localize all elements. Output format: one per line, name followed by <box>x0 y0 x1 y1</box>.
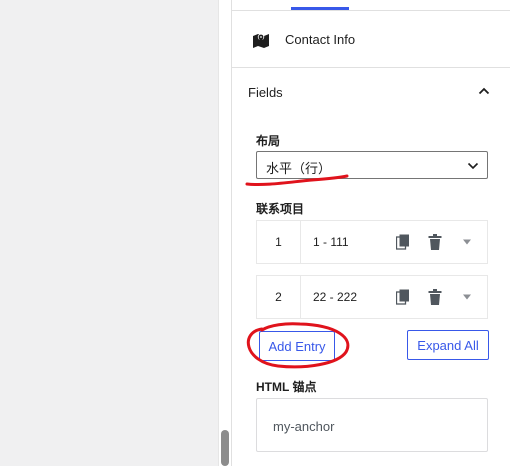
caret-down-icon[interactable] <box>462 293 472 301</box>
list-item[interactable]: 2 22 - 222 <box>256 275 488 319</box>
anchor-label: HTML 锚点 <box>256 380 317 394</box>
scrollbar-track[interactable] <box>218 0 232 466</box>
block-card: Contact Info <box>232 11 510 68</box>
entry-index: 2 <box>257 276 301 318</box>
layout-select[interactable]: 水平（行） <box>256 151 488 179</box>
entry-title: 22 - 222 <box>313 290 358 304</box>
trash-icon[interactable] <box>428 234 442 250</box>
chevron-up-icon[interactable] <box>476 83 492 99</box>
duplicate-icon[interactable] <box>396 234 410 250</box>
fields-panel-header[interactable]: Fields <box>232 68 510 116</box>
layout-label: 布局 <box>256 134 281 148</box>
panel-title: Fields <box>248 85 283 100</box>
anchor-input-value: my-anchor <box>273 419 335 434</box>
list-item[interactable]: 1 1 - 111 <box>256 220 488 264</box>
trash-icon[interactable] <box>428 289 442 305</box>
entry-title: 1 - 111 <box>313 235 349 249</box>
duplicate-icon[interactable] <box>396 289 410 305</box>
anchor-input[interactable]: my-anchor <box>256 398 488 452</box>
caret-down-icon[interactable] <box>462 238 472 246</box>
expand-all-button[interactable]: Expand All <box>407 330 489 360</box>
scrollbar-thumb[interactable] <box>221 430 229 466</box>
items-label: 联系项目 <box>256 202 305 216</box>
block-title: Contact Info <box>285 32 356 47</box>
layout-select-value: 水平（行） <box>266 161 332 176</box>
settings-sidebar: Contact Info Fields 布局 水平（行） 联系项目 1 1 - … <box>232 0 510 466</box>
add-entry-button[interactable]: Add Entry <box>259 331 335 361</box>
entry-index: 1 <box>257 221 301 263</box>
map-icon <box>253 33 269 48</box>
chevron-down-icon <box>467 162 479 170</box>
editor-canvas <box>0 0 218 466</box>
